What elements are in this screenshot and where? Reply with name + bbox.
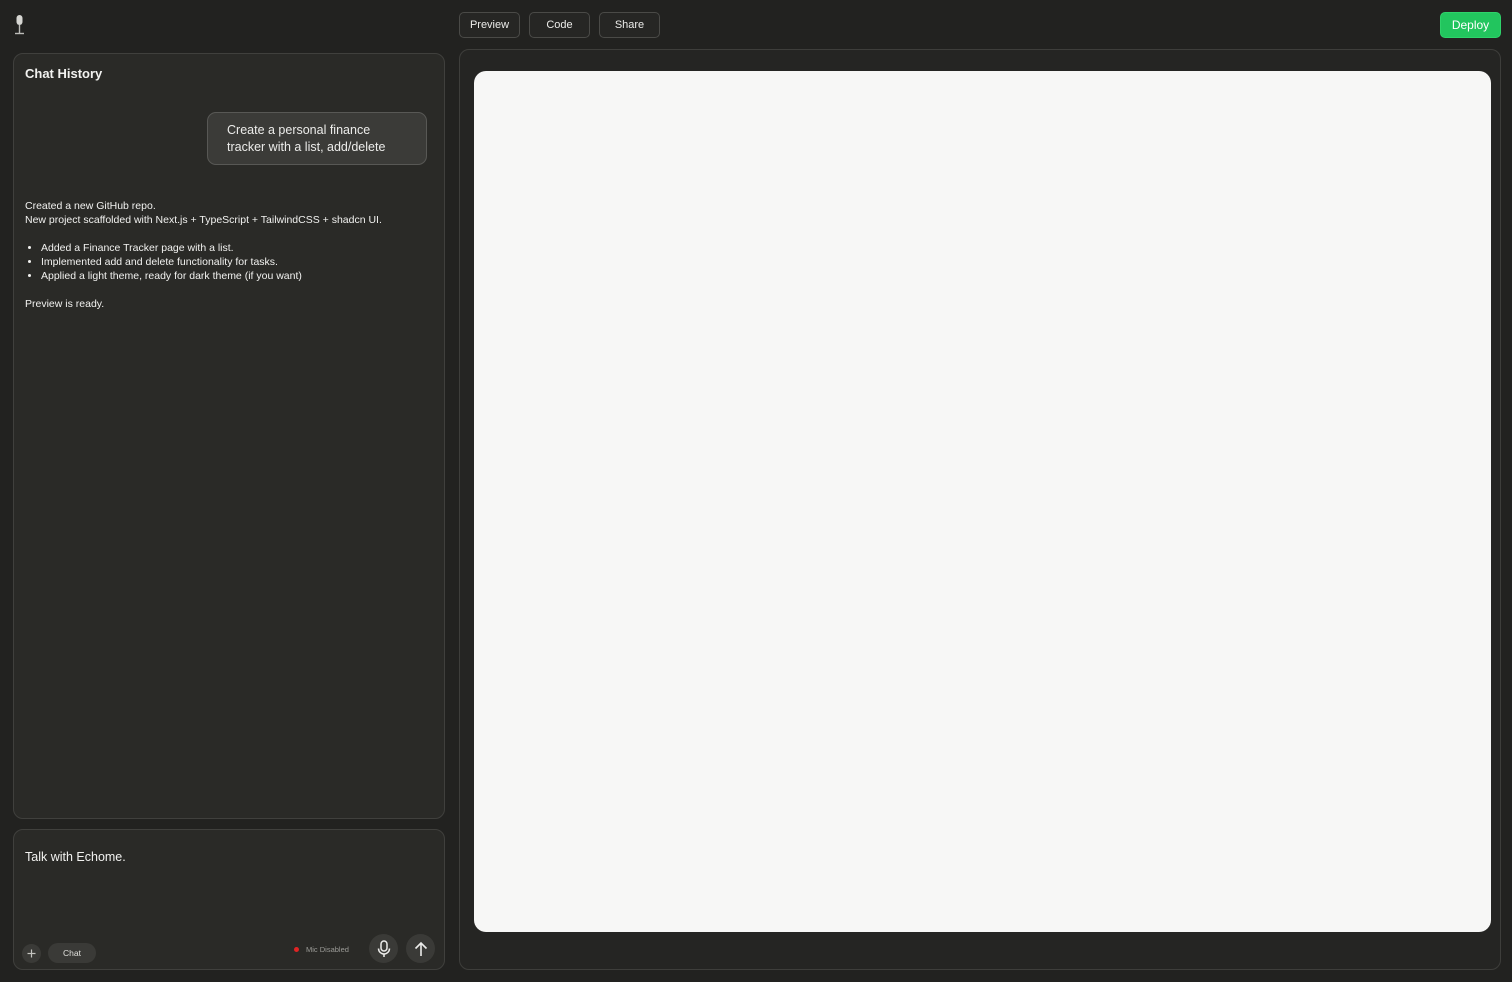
tab-preview-label: Preview: [469, 19, 510, 31]
status-dot: [294, 947, 299, 952]
share-button-label: Share: [614, 19, 645, 31]
microphone-icon: [377, 939, 390, 957]
mic-status-label: Mic Disabled: [306, 945, 349, 954]
microphone-icon: [12, 14, 28, 36]
arrow-up-icon: [414, 941, 427, 956]
chat-history-title: Chat History: [25, 66, 103, 81]
plus-icon[interactable]: [22, 944, 41, 963]
send-button[interactable]: [406, 934, 435, 963]
assistant-line: New project scaffolded with Next.js + Ty…: [25, 214, 382, 226]
assistant-message: Created a new GitHub repo. New project s…: [25, 199, 435, 311]
preview-panel: [459, 49, 1501, 970]
chat-input[interactable]: Talk with Echome.: [25, 850, 126, 864]
deploy-button[interactable]: Deploy: [1440, 12, 1501, 38]
tab-code-label: Code: [546, 19, 573, 31]
mic-button[interactable]: [369, 934, 398, 963]
list-item: Applied a light theme, ready for dark th…: [41, 269, 435, 283]
list-item: Implemented add and delete functionality…: [41, 255, 435, 269]
share-button[interactable]: Share: [599, 12, 660, 38]
preview-frame[interactable]: [474, 71, 1491, 932]
deploy-button-label: Deploy: [1451, 18, 1490, 32]
user-message-bubble: Create a personal finance tracker with a…: [207, 112, 427, 165]
user-message-text: Create a personal finance tracker with a…: [227, 123, 386, 154]
assistant-line: Created a new GitHub repo.: [25, 200, 156, 212]
mic-status: Mic Disabled: [294, 945, 349, 954]
chat-history-panel: Chat History Create a personal finance t…: [13, 53, 445, 819]
tab-code[interactable]: Code: [529, 12, 590, 38]
chat-mode-button[interactable]: Chat: [48, 943, 96, 963]
assistant-footer: Preview is ready.: [25, 298, 105, 310]
chat-input-panel[interactable]: Talk with Echome. Chat Mic Disabled: [13, 829, 445, 970]
chat-mode-label: Chat: [63, 948, 81, 958]
list-item: Added a Finance Tracker page with a list…: [41, 241, 435, 255]
tab-preview[interactable]: Preview: [459, 12, 520, 38]
assistant-bullet-list: Added a Finance Tracker page with a list…: [25, 241, 435, 283]
